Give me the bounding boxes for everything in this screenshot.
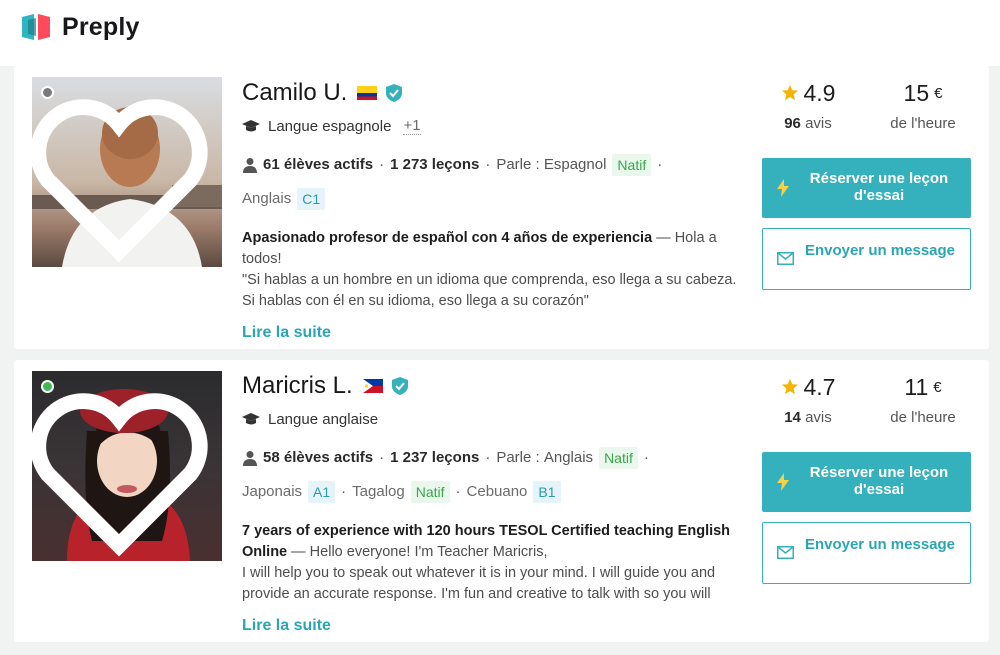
top-bar: Preply (0, 0, 1000, 66)
verified-badge-icon[interactable] (391, 376, 409, 396)
language-name: Cebuano (466, 483, 528, 500)
envelope-icon (777, 252, 794, 265)
tutor-info: Camilo U. Langue espagnole +1 61 élèves … (242, 78, 752, 342)
graduation-cap-icon (242, 120, 260, 132)
star-icon (781, 84, 798, 101)
language-name: Japonais (242, 483, 303, 500)
tutor-name[interactable]: Camilo U. (242, 79, 347, 107)
tutor-card[interactable]: Camilo U. Langue espagnole +1 61 élèves … (14, 66, 989, 349)
reviews-label: avis (805, 409, 832, 426)
graduation-cap-icon (242, 413, 260, 425)
active-students: 61 élèves actifs (263, 156, 374, 173)
read-more-link[interactable]: Lire la suite (242, 617, 752, 635)
send-message-label: Envoyer un message (804, 242, 956, 259)
lesson-count: 1 237 leçons (390, 449, 480, 466)
favorite-heart-icon[interactable] (32, 379, 214, 561)
language-name: Espagnol (543, 156, 607, 173)
tutor-description-text: I will help you to speak out whatever it… (242, 565, 716, 602)
tutor-description: 7 years of experience with 120 hours TES… (242, 521, 747, 605)
book-trial-label: Réserver une leçon d'essai (809, 464, 949, 498)
lesson-count: 1 273 leçons (390, 156, 480, 173)
language-name: Anglais (242, 190, 292, 207)
tutor-description-text: "Si hablas a un hombre en un idioma que … (242, 272, 737, 309)
price-unit: de l'heure (890, 115, 956, 132)
book-trial-button[interactable]: Réserver une leçon d'essai (762, 452, 971, 512)
language-name: Anglais (543, 449, 594, 466)
currency-symbol: € (933, 378, 942, 396)
separator-dot: · (455, 483, 461, 500)
lightning-icon (777, 473, 789, 491)
rating-block: 4.9 96 avis (762, 78, 854, 132)
tutor-name[interactable]: Maricris L. (242, 372, 353, 400)
currency-symbol: € (934, 84, 943, 102)
preply-logo-icon (22, 14, 50, 40)
more-subjects-link[interactable]: +1 (403, 117, 421, 135)
language-level-badge: Natif (612, 154, 652, 176)
separator-dot: · (379, 156, 385, 173)
active-students: 58 élèves actifs (263, 449, 374, 466)
verified-badge-icon[interactable] (385, 83, 403, 103)
lightning-icon (777, 179, 789, 197)
colombia-flag-icon (357, 86, 378, 100)
tutor-intro: — Hello everyone! I'm Teacher Maricris, (287, 544, 548, 560)
send-message-label: Envoyer un message (804, 536, 956, 553)
speaks-label: Parle : (496, 156, 540, 173)
price-value: 15 (903, 79, 930, 106)
reviews-count: 14 (784, 409, 801, 426)
price-block: 15 € de l'heure (878, 78, 968, 133)
tutor-photo[interactable] (32, 77, 222, 267)
separator-dot: · (657, 156, 663, 173)
tutor-info: Maricris L. Langue anglaise 58 élèves ac… (242, 371, 752, 635)
preply-logo[interactable]: Preply (20, 11, 140, 43)
tutor-card[interactable]: Maricris L. Langue anglaise 58 élèves ac… (14, 360, 989, 642)
separator-dot: · (485, 156, 491, 173)
envelope-icon (777, 546, 794, 559)
language-level-badge: Natif (410, 481, 450, 503)
person-icon (243, 158, 257, 173)
rating-block: 4.7 14 avis (762, 372, 854, 426)
rating-value: 4.9 (803, 79, 836, 106)
read-more-link[interactable]: Lire la suite (242, 324, 752, 342)
philippines-flag-icon (362, 379, 383, 393)
brand-name: Preply (62, 12, 140, 41)
tutor-photo[interactable] (32, 371, 222, 561)
tutor-subject: Langue anglaise (268, 410, 379, 428)
tutor-headline: Apasionado profesor de español con 4 año… (242, 230, 653, 246)
separator-dot: · (643, 449, 649, 466)
tutor-description: Apasionado profesor de español con 4 año… (242, 228, 747, 312)
book-trial-button[interactable]: Réserver une leçon d'essai (762, 158, 971, 218)
rating-value: 4.7 (803, 373, 836, 400)
tutor-subject: Langue espagnole (268, 117, 392, 135)
reviews-count: 96 (784, 115, 801, 132)
language-name: Tagalog (352, 483, 405, 500)
price-unit: de l'heure (890, 409, 956, 426)
separator-dot: · (379, 449, 385, 466)
language-level-badge: B1 (533, 481, 561, 503)
book-trial-label: Réserver une leçon d'essai (809, 170, 949, 204)
separator-dot: · (485, 449, 491, 466)
reviews-label: avis (805, 115, 832, 132)
star-icon (781, 378, 798, 395)
language-level-badge: C1 (297, 188, 326, 210)
speaks-label: Parle : (496, 449, 540, 466)
person-icon (243, 451, 257, 466)
price-value: 11 (904, 373, 929, 400)
send-message-button[interactable]: Envoyer un message (762, 228, 971, 290)
send-message-button[interactable]: Envoyer un message (762, 522, 971, 584)
language-level-badge: Natif (599, 447, 638, 469)
price-block: 11 € de l'heure (878, 372, 968, 427)
separator-dot: · (341, 483, 347, 500)
favorite-heart-icon[interactable] (32, 85, 214, 267)
language-level-badge: A1 (308, 481, 336, 503)
